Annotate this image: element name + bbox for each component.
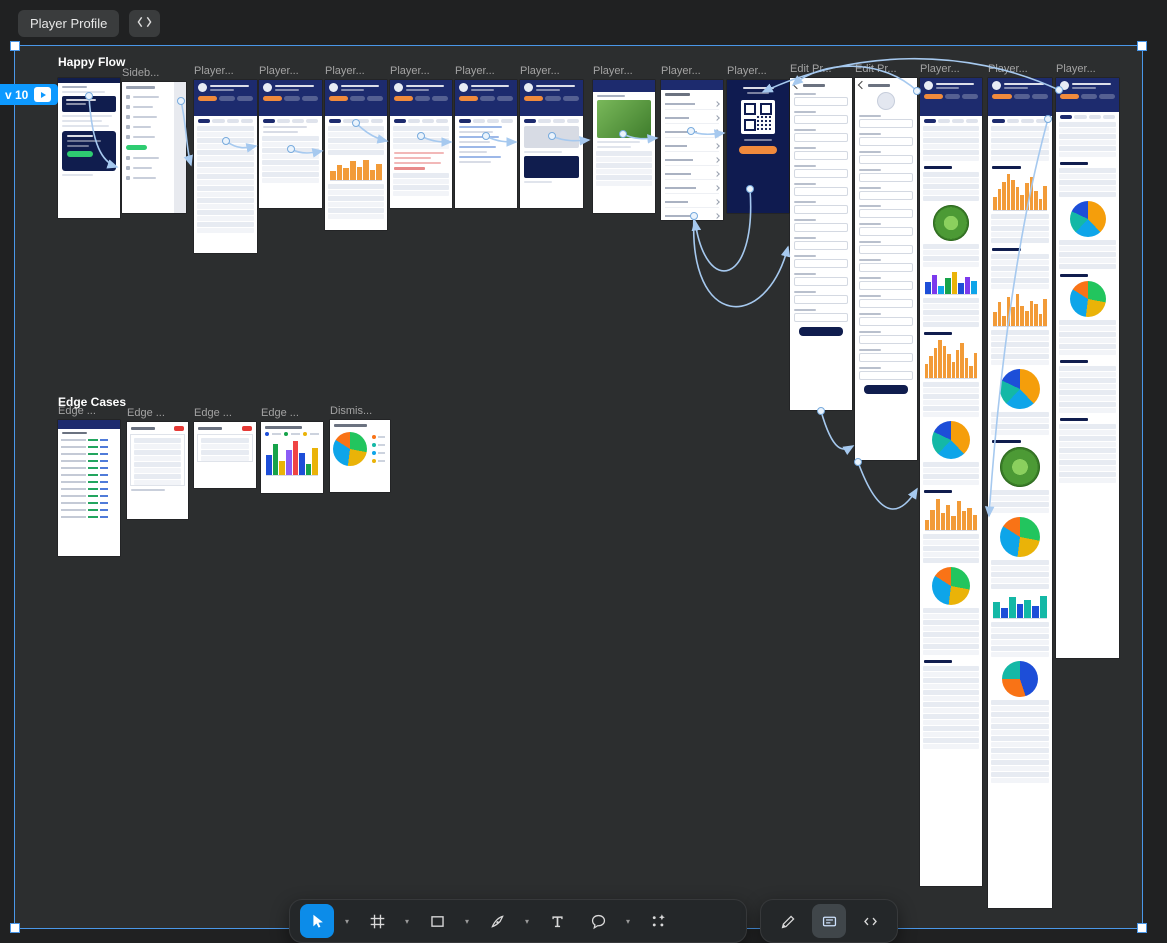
toolbar-dev [760, 899, 898, 943]
section-title[interactable]: Happy Flow [58, 55, 125, 69]
shape-tool-icon [429, 913, 446, 930]
draw-tool[interactable] [771, 904, 805, 938]
annotate-tool-icon [821, 913, 838, 930]
selection-handle-bottom-left[interactable] [10, 923, 20, 933]
frame-tool-dropdown[interactable]: ▾ [401, 904, 413, 938]
version-label: v 10 [5, 88, 28, 102]
selection-handle-bottom-right[interactable] [1137, 923, 1147, 933]
move-tool-icon [308, 912, 326, 930]
section-titles-layer: Happy Flow Edge Cases [0, 0, 1167, 943]
toolbar-main: ▾ ▾ ▾ ▾ ▾ [289, 899, 747, 943]
actions-tool-icon [650, 913, 667, 930]
code-chip[interactable] [129, 10, 160, 37]
actions-tool[interactable] [641, 904, 675, 938]
canvas[interactable]: Sideb...Player...Player...Player...Playe… [0, 0, 1167, 943]
selection-handle-top-left[interactable] [10, 41, 20, 51]
selection-handle-top-right[interactable] [1137, 41, 1147, 51]
pen-tool-dropdown[interactable]: ▾ [521, 904, 533, 938]
annotate-tool[interactable] [812, 904, 846, 938]
comment-tool-dropdown[interactable]: ▾ [622, 904, 634, 938]
pen-tool[interactable] [480, 904, 514, 938]
draw-tool-icon [780, 913, 797, 930]
move-tool[interactable] [300, 904, 334, 938]
comment-tool[interactable] [581, 904, 615, 938]
text-tool[interactable] [540, 904, 574, 938]
code-icon [137, 16, 152, 31]
section-title[interactable]: Edge Cases [58, 395, 126, 409]
comment-tool-icon [590, 913, 607, 930]
shape-tool[interactable] [420, 904, 454, 938]
frame-tool[interactable] [360, 904, 394, 938]
selection-label-chip[interactable]: Player Profile [18, 10, 119, 37]
frame-tool-icon [369, 913, 386, 930]
code-tool-icon [862, 913, 879, 930]
selection-header: Player Profile [18, 10, 160, 37]
text-tool-icon [549, 913, 566, 930]
shape-tool-dropdown[interactable]: ▾ [461, 904, 473, 938]
pen-tool-icon [489, 913, 506, 930]
version-badge[interactable]: v 10 [0, 84, 58, 105]
move-tool-dropdown[interactable]: ▾ [341, 904, 353, 938]
play-icon[interactable] [34, 87, 51, 102]
code-tool[interactable] [853, 904, 887, 938]
